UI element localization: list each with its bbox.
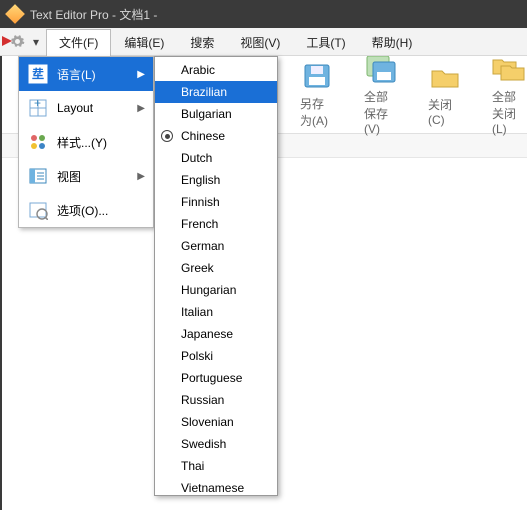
language-option[interactable]: Hungarian xyxy=(155,279,277,301)
language-option[interactable]: Chinese xyxy=(155,125,277,147)
menu-search[interactable]: 搜索 xyxy=(177,28,227,56)
language-option-label: Swedish xyxy=(181,437,226,451)
ribbon-close-all-label: 全部关闭(L) xyxy=(492,88,526,136)
language-option-label: Russian xyxy=(181,393,224,407)
language-option[interactable]: Finnish xyxy=(155,191,277,213)
language-option-label: Hungarian xyxy=(181,283,236,297)
language-submenu: Arabic Brazilian Bulgarian Chinese Dutch Engl… xyxy=(154,56,278,496)
language-option-label: Bulgarian xyxy=(181,107,232,121)
callout-arrow-icon xyxy=(2,36,12,46)
submenu-layout[interactable]: + Layout ▶ xyxy=(19,91,153,125)
title-bar: Text Editor Pro - 文档1 - xyxy=(0,0,527,28)
menu-tools-label: 工具(T) xyxy=(306,34,345,51)
ribbon-close-all[interactable]: 全部关闭(L) xyxy=(492,54,526,136)
toolbar: ▾ 文件(F) 编辑(E) 搜索 视图(V) 工具(T) 帮助(H) xyxy=(0,28,527,56)
ribbon-save-as[interactable]: 另存为(A) xyxy=(300,61,334,129)
save-all-icon xyxy=(364,54,398,84)
submenu-style[interactable]: 样式...(Y) xyxy=(19,125,153,159)
chevron-right-icon: ▶ xyxy=(137,171,145,182)
menu-file[interactable]: 文件(F) xyxy=(46,29,111,57)
language-option-label: English xyxy=(181,173,220,187)
language-option[interactable]: German xyxy=(155,235,277,257)
view-icon xyxy=(27,165,49,187)
language-option-label: Slovenian xyxy=(181,415,234,429)
app-logo-icon xyxy=(5,4,25,24)
ribbon-close[interactable]: 关闭(C) xyxy=(428,62,462,127)
svg-text:+: + xyxy=(34,98,41,110)
language-option-label: Thai xyxy=(181,459,204,473)
language-option-label: Japanese xyxy=(181,327,233,341)
radio-selected-icon xyxy=(161,130,173,142)
options-icon xyxy=(27,199,49,221)
submenu-view-label: 视图 xyxy=(57,168,129,185)
menu-view[interactable]: 视图(V) xyxy=(227,28,293,56)
ribbon-save-all[interactable]: 全部保存(V) xyxy=(364,54,398,136)
folder-close-icon xyxy=(428,62,462,92)
window-left-border xyxy=(0,28,2,510)
ribbon-save-as-label: 另存为(A) xyxy=(300,95,334,129)
language-option-label: French xyxy=(181,217,218,231)
language-option[interactable]: English xyxy=(155,169,277,191)
language-option[interactable]: Vietnamese xyxy=(155,477,277,499)
toolbar-dropdown-icon[interactable]: ▾ xyxy=(28,35,44,49)
language-option-label: Brazilian xyxy=(181,85,227,99)
language-option-label: Greek xyxy=(181,261,214,275)
menu-help-label: 帮助(H) xyxy=(372,34,413,51)
menu-help[interactable]: 帮助(H) xyxy=(359,28,426,56)
window-title: Text Editor Pro - 文档1 - xyxy=(30,6,157,23)
language-option-label: Arabic xyxy=(181,63,215,77)
language-option[interactable]: Dutch xyxy=(155,147,277,169)
language-option-label: Dutch xyxy=(181,151,212,165)
ribbon-save-all-label: 全部保存(V) xyxy=(364,88,398,136)
language-option-label: Chinese xyxy=(181,129,225,143)
language-option[interactable]: Thai xyxy=(155,455,277,477)
language-option[interactable]: French xyxy=(155,213,277,235)
language-option[interactable]: Portuguese xyxy=(155,367,277,389)
submenu-options[interactable]: 选项(O)... xyxy=(19,193,153,227)
language-option[interactable]: Arabic xyxy=(155,59,277,81)
language-option-label: Italian xyxy=(181,305,213,319)
palette-icon xyxy=(27,131,49,153)
menu-edit[interactable]: 编辑(E) xyxy=(111,28,177,56)
submenu-language[interactable]: 坓 语言(L) ▶ xyxy=(19,57,153,91)
language-option[interactable]: Polski xyxy=(155,345,277,367)
layout-icon: + xyxy=(27,97,49,119)
language-option[interactable]: Greek xyxy=(155,257,277,279)
svg-text:坓: 坓 xyxy=(32,66,44,81)
menu-view-label: 视图(V) xyxy=(240,34,280,51)
chevron-right-icon: ▶ xyxy=(137,69,145,80)
language-option-label: Vietnamese xyxy=(181,481,244,495)
language-option[interactable]: Slovenian xyxy=(155,411,277,433)
submenu-layout-label: Layout xyxy=(57,101,129,115)
language-option[interactable]: Russian xyxy=(155,389,277,411)
language-icon: 坓 xyxy=(27,63,49,85)
menu-file-label: 文件(F) xyxy=(59,34,98,51)
language-option-label: German xyxy=(181,239,224,253)
chevron-right-icon: ▶ xyxy=(137,103,145,114)
file-submenu: 坓 语言(L) ▶ + Layout ▶ 样式...(Y) 视图 ▶ 选项(O)… xyxy=(18,56,154,228)
submenu-language-label: 语言(L) xyxy=(57,66,129,83)
folder-close-all-icon xyxy=(492,54,526,84)
language-option[interactable]: Italian xyxy=(155,301,277,323)
language-option[interactable]: Bulgarian xyxy=(155,103,277,125)
submenu-options-label: 选项(O)... xyxy=(57,202,145,219)
language-option[interactable]: Brazilian xyxy=(155,81,277,103)
ribbon-close-label: 关闭(C) xyxy=(428,96,462,127)
language-option[interactable]: Japanese xyxy=(155,323,277,345)
menu-bar: 文件(F) 编辑(E) 搜索 视图(V) 工具(T) 帮助(H) xyxy=(46,28,425,56)
menu-search-label: 搜索 xyxy=(190,34,214,51)
menu-tools[interactable]: 工具(T) xyxy=(293,28,358,56)
language-option-label: Portuguese xyxy=(181,371,242,385)
submenu-view[interactable]: 视图 ▶ xyxy=(19,159,153,193)
language-option[interactable]: Swedish xyxy=(155,433,277,455)
language-option-label: Finnish xyxy=(181,195,220,209)
save-as-icon xyxy=(300,61,334,91)
language-option-label: Polski xyxy=(181,349,213,363)
submenu-style-label: 样式...(Y) xyxy=(57,134,145,151)
menu-edit-label: 编辑(E) xyxy=(124,34,164,51)
